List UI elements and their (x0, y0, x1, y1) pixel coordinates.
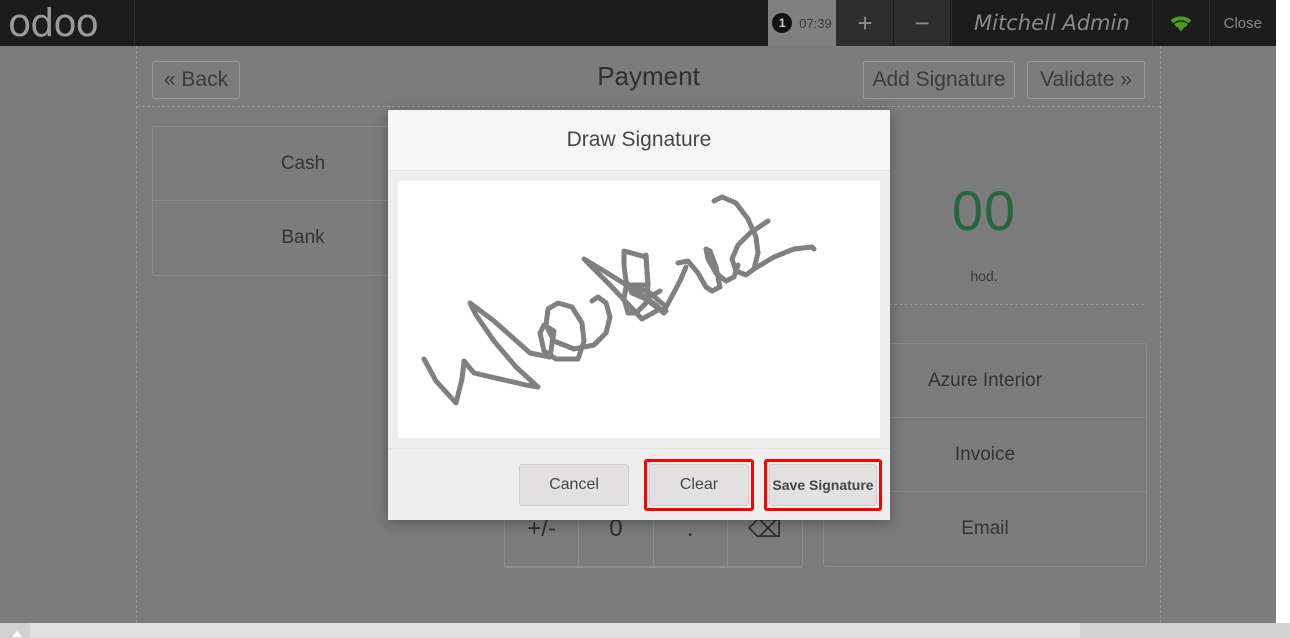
wifi-icon[interactable] (1151, 0, 1209, 46)
odoo-logo-text: odoo (8, 1, 99, 45)
order-tab-1[interactable]: 1 07:39 (768, 0, 838, 46)
close-session-button[interactable]: Close (1208, 0, 1276, 46)
drawn-signature (421, 194, 817, 406)
clear-button-highlight: Clear (644, 458, 754, 511)
taskbar-expand-button[interactable] (0, 623, 30, 638)
odoo-logo[interactable]: odoo (0, 0, 135, 46)
draw-signature-dialog: Draw Signature Cancel Clear Save Signatu… (388, 110, 890, 520)
dialog-footer: Cancel Clear Save Signature (388, 448, 890, 520)
remove-order-button[interactable]: − (894, 0, 952, 46)
add-order-button[interactable]: + (837, 0, 895, 46)
clear-button[interactable]: Clear (649, 463, 749, 506)
save-signature-button-highlight: Save Signature (764, 458, 882, 511)
order-tabs: 1 07:39 + − (768, 0, 952, 46)
order-tab-badge: 1 (772, 13, 793, 33)
dialog-title: Draw Signature (566, 128, 712, 151)
right-pane-divider (1160, 46, 1161, 623)
taskbar-right-region (1080, 623, 1290, 638)
order-tab-time: 07:39 (799, 15, 832, 31)
caret-up-icon (12, 631, 22, 637)
os-taskbar (0, 623, 1290, 638)
save-signature-button[interactable]: Save Signature (769, 463, 877, 506)
dialog-body (388, 171, 890, 448)
payment-action-row: « Back Add Signature Validate » (137, 46, 1160, 107)
left-pane-divider (136, 46, 137, 623)
pos-application: odoo 1 07:39 + − Mitchell Admin Close « … (0, 0, 1276, 623)
cancel-button-wrap: Cancel (514, 459, 634, 511)
add-signature-button[interactable]: Add Signature (863, 61, 1015, 99)
top-header-bar: odoo 1 07:39 + − Mitchell Admin Close (0, 0, 1276, 46)
signature-canvas[interactable] (398, 181, 880, 438)
header-right-group: Mitchell Admin Close (951, 0, 1276, 46)
user-name-label[interactable]: Mitchell Admin (951, 0, 1152, 46)
back-button[interactable]: « Back (152, 61, 240, 99)
validate-button[interactable]: Validate » (1027, 61, 1145, 99)
dialog-header: Draw Signature (388, 110, 890, 171)
header-spacer (135, 0, 768, 46)
cancel-button[interactable]: Cancel (519, 463, 629, 506)
